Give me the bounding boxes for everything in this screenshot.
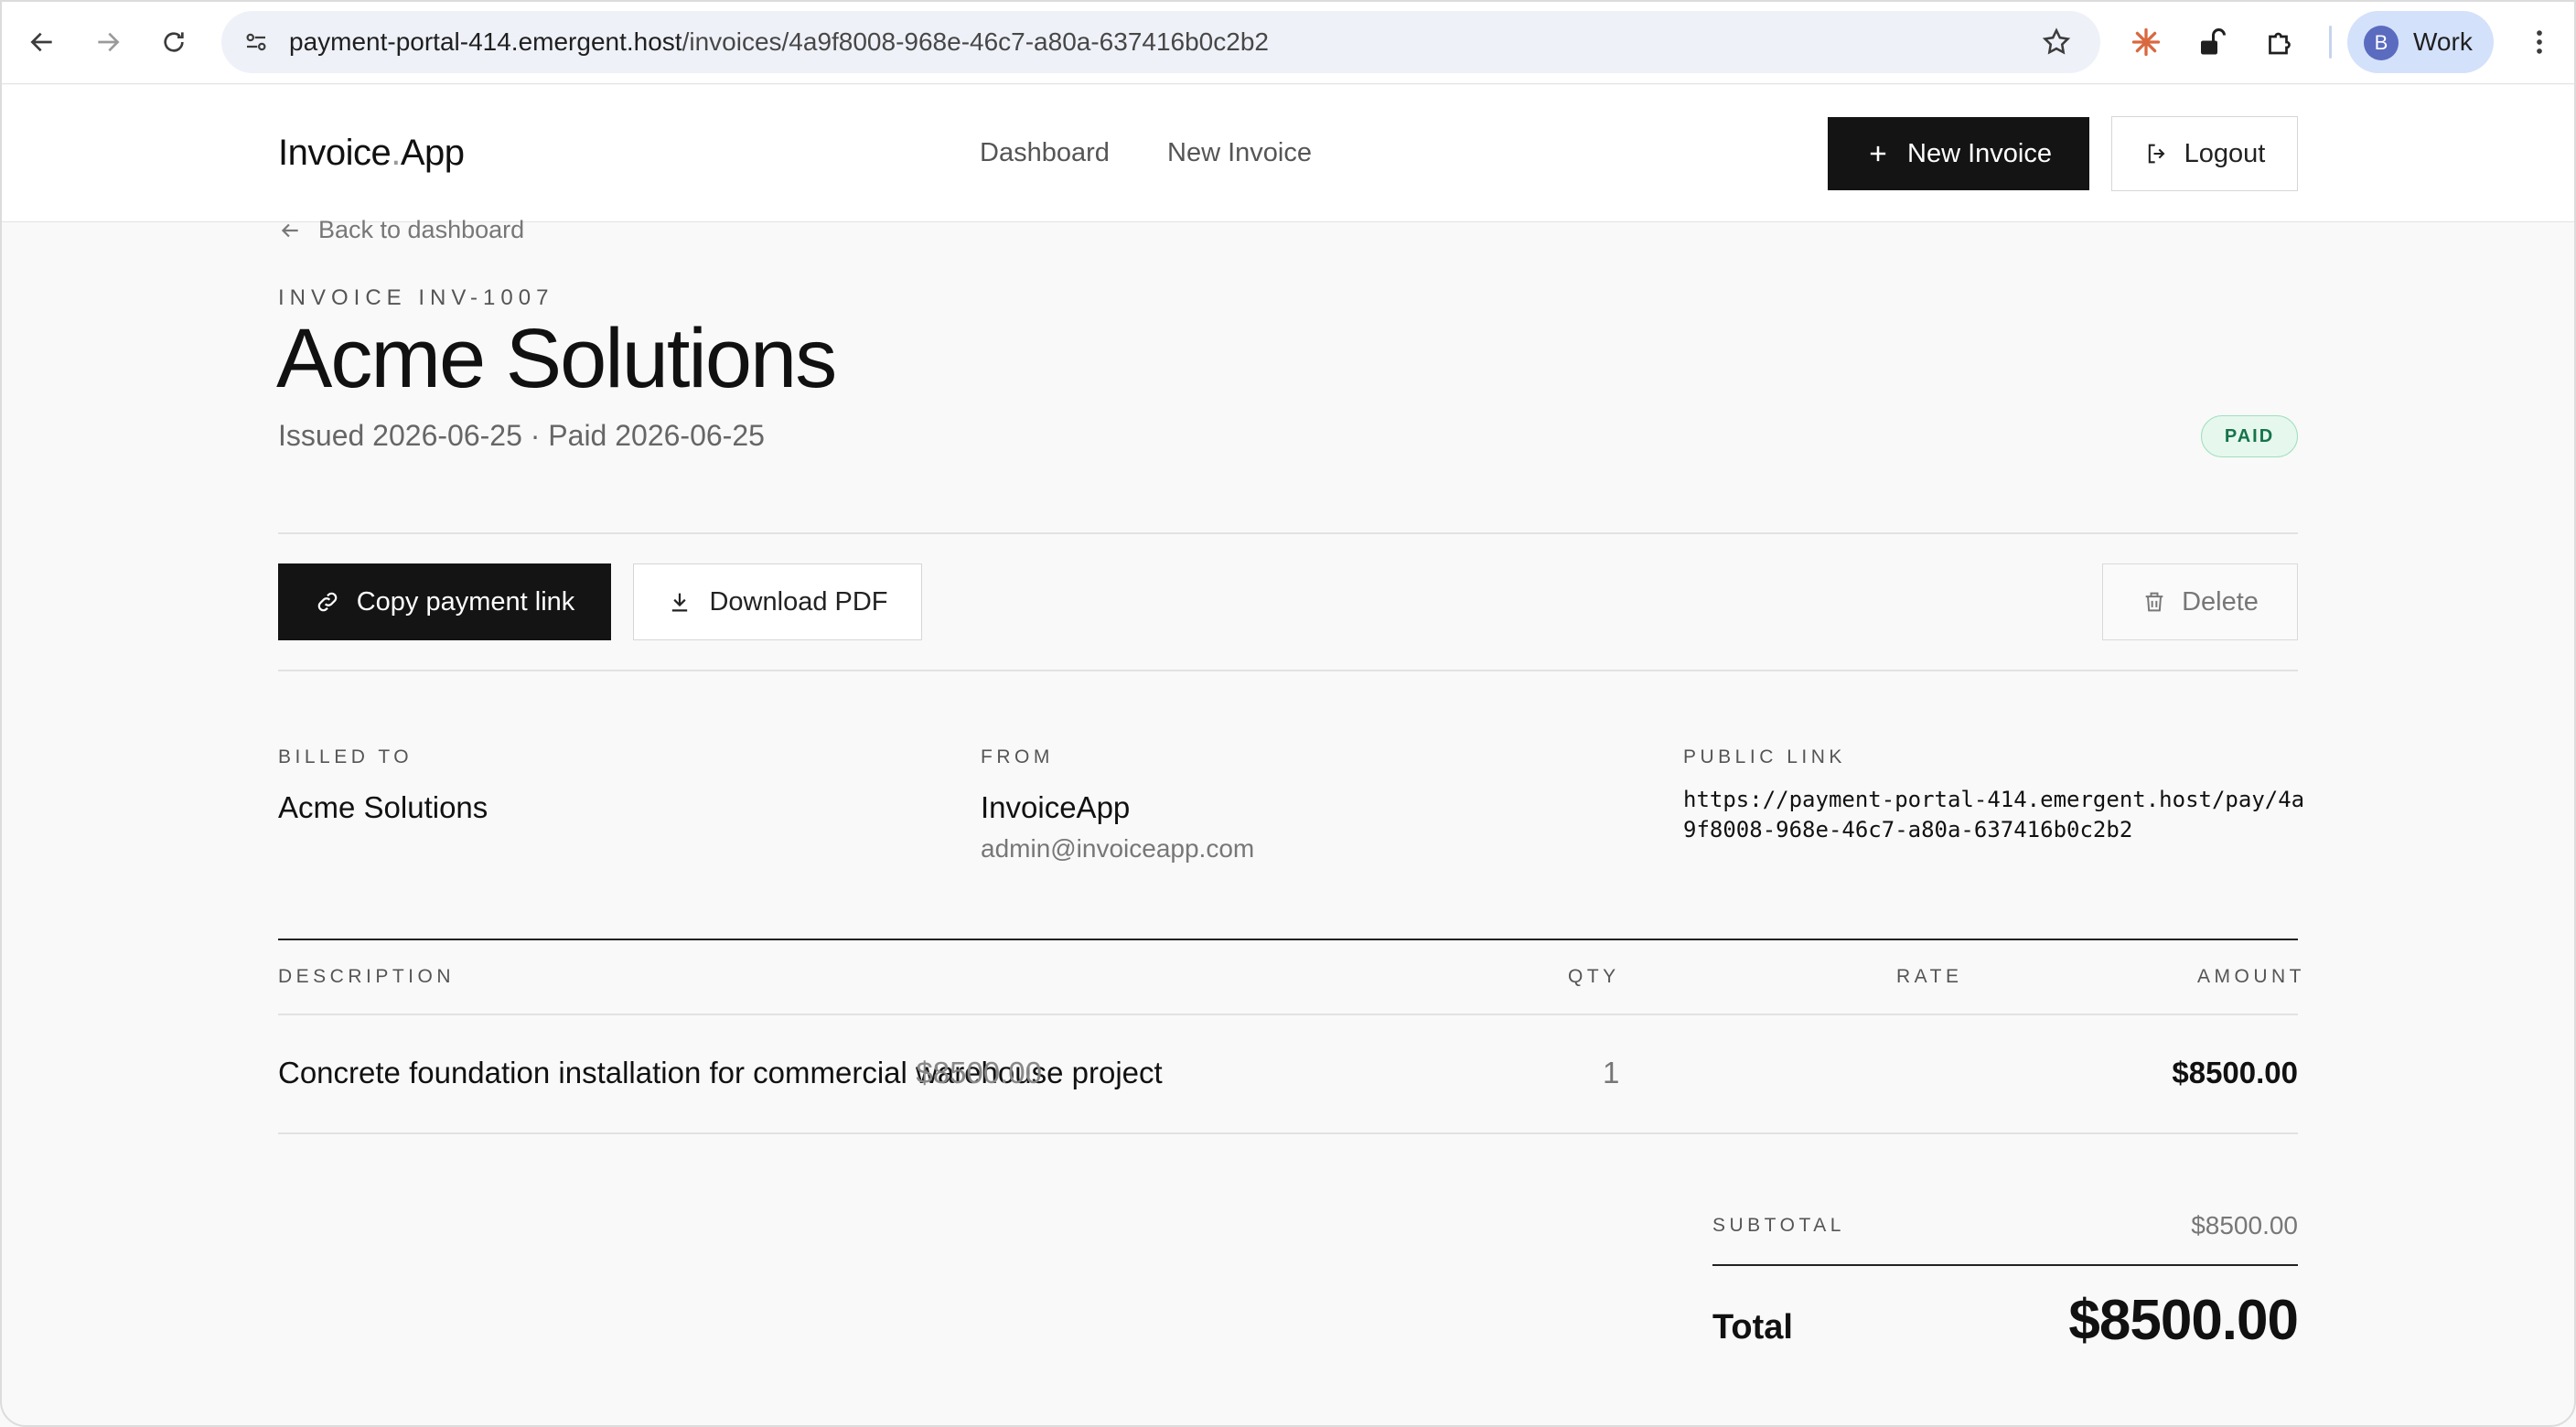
column-header-amount: AMOUNT: [2197, 966, 2305, 987]
plus-icon: [1870, 145, 1886, 162]
nav-dashboard[interactable]: Dashboard: [980, 138, 1110, 168]
extension-sunburst-icon[interactable]: [2124, 20, 2168, 64]
extensions-puzzle-icon[interactable]: [2258, 20, 2302, 64]
url-text: payment-portal-414.emergent.host/invoice…: [289, 27, 1269, 56]
brand-logo[interactable]: Invoice.App: [278, 133, 465, 174]
copy-payment-link-button[interactable]: Copy payment link: [278, 563, 611, 640]
page-title: Acme Solutions: [276, 312, 837, 405]
column-header-rate: RATE: [1896, 966, 1963, 987]
profile-button[interactable]: B Work: [2347, 11, 2494, 73]
table-top-border: [278, 939, 2298, 940]
link-icon: [317, 592, 337, 612]
invoice-dates: Issued 2026-06-25 · Paid 2026-06-25: [278, 419, 765, 452]
unlock-icon[interactable]: [2190, 20, 2234, 64]
reload-icon[interactable]: [148, 16, 199, 68]
column-header-description: DESCRIPTION: [278, 966, 456, 987]
public-link-url[interactable]: https://payment-portal-414.emergent.host…: [1683, 785, 2305, 845]
browser-toolbar: payment-portal-414.emergent.host/invoice…: [0, 0, 2576, 84]
total-divider: [1712, 1264, 2298, 1266]
back-arrow-icon[interactable]: [16, 16, 68, 68]
logout-icon: [2148, 144, 2165, 164]
new-invoice-button[interactable]: New Invoice: [1828, 117, 2089, 190]
site-settings-icon[interactable]: [238, 24, 274, 60]
billed-to-label: BILLED TO: [278, 746, 413, 767]
subtotal-value: $8500.00: [2191, 1211, 2298, 1239]
app-header: Invoice.App Dashboard New Invoice New In…: [0, 85, 2576, 222]
public-link-label: PUBLIC LINK: [1683, 746, 1846, 767]
invoice-number: INVOICE INV-1007: [278, 285, 554, 310]
profile-label: Work: [2413, 27, 2473, 56]
address-bar[interactable]: payment-portal-414.emergent.host/invoice…: [221, 11, 2100, 73]
forward-arrow-icon[interactable]: [82, 16, 134, 68]
total-label: Total: [1712, 1308, 1793, 1347]
billed-to-name: Acme Solutions: [278, 790, 488, 824]
divider: [278, 532, 2298, 534]
back-to-dashboard-link[interactable]: Back to dashboard: [278, 216, 524, 244]
from-email: admin@invoiceapp.com: [981, 834, 1255, 863]
download-icon: [672, 593, 688, 612]
total-value: $8500.00: [2068, 1289, 2299, 1352]
nav-new-invoice[interactable]: New Invoice: [1167, 138, 1312, 168]
toolbar-separator: [2329, 26, 2332, 59]
delete-button[interactable]: Delete: [2102, 563, 2298, 640]
trash-icon: [2145, 592, 2163, 612]
table-header-divider: [278, 1014, 2298, 1015]
from-name: InvoiceApp: [981, 790, 1131, 824]
avatar: B: [2364, 26, 2399, 60]
from-label: FROM: [981, 746, 1054, 767]
arrow-left-icon: [281, 223, 298, 237]
download-pdf-button[interactable]: Download PDF: [633, 563, 922, 640]
status-badge: PAID: [2201, 415, 2298, 457]
line-item-qty: 1: [1603, 1056, 1620, 1089]
line-item-amount: $8500.00: [2172, 1056, 2298, 1089]
divider: [278, 670, 2298, 671]
table-row-divider: [278, 1132, 2298, 1134]
bookmark-star-icon[interactable]: [2038, 24, 2075, 60]
subtotal-label: SUBTOTAL: [1712, 1215, 1845, 1236]
more-menu-icon[interactable]: [2517, 20, 2561, 64]
line-item-rate: $8500.00: [916, 1056, 1042, 1089]
column-header-qty: QTY: [1568, 966, 1620, 987]
logout-button[interactable]: Logout: [2111, 116, 2298, 191]
